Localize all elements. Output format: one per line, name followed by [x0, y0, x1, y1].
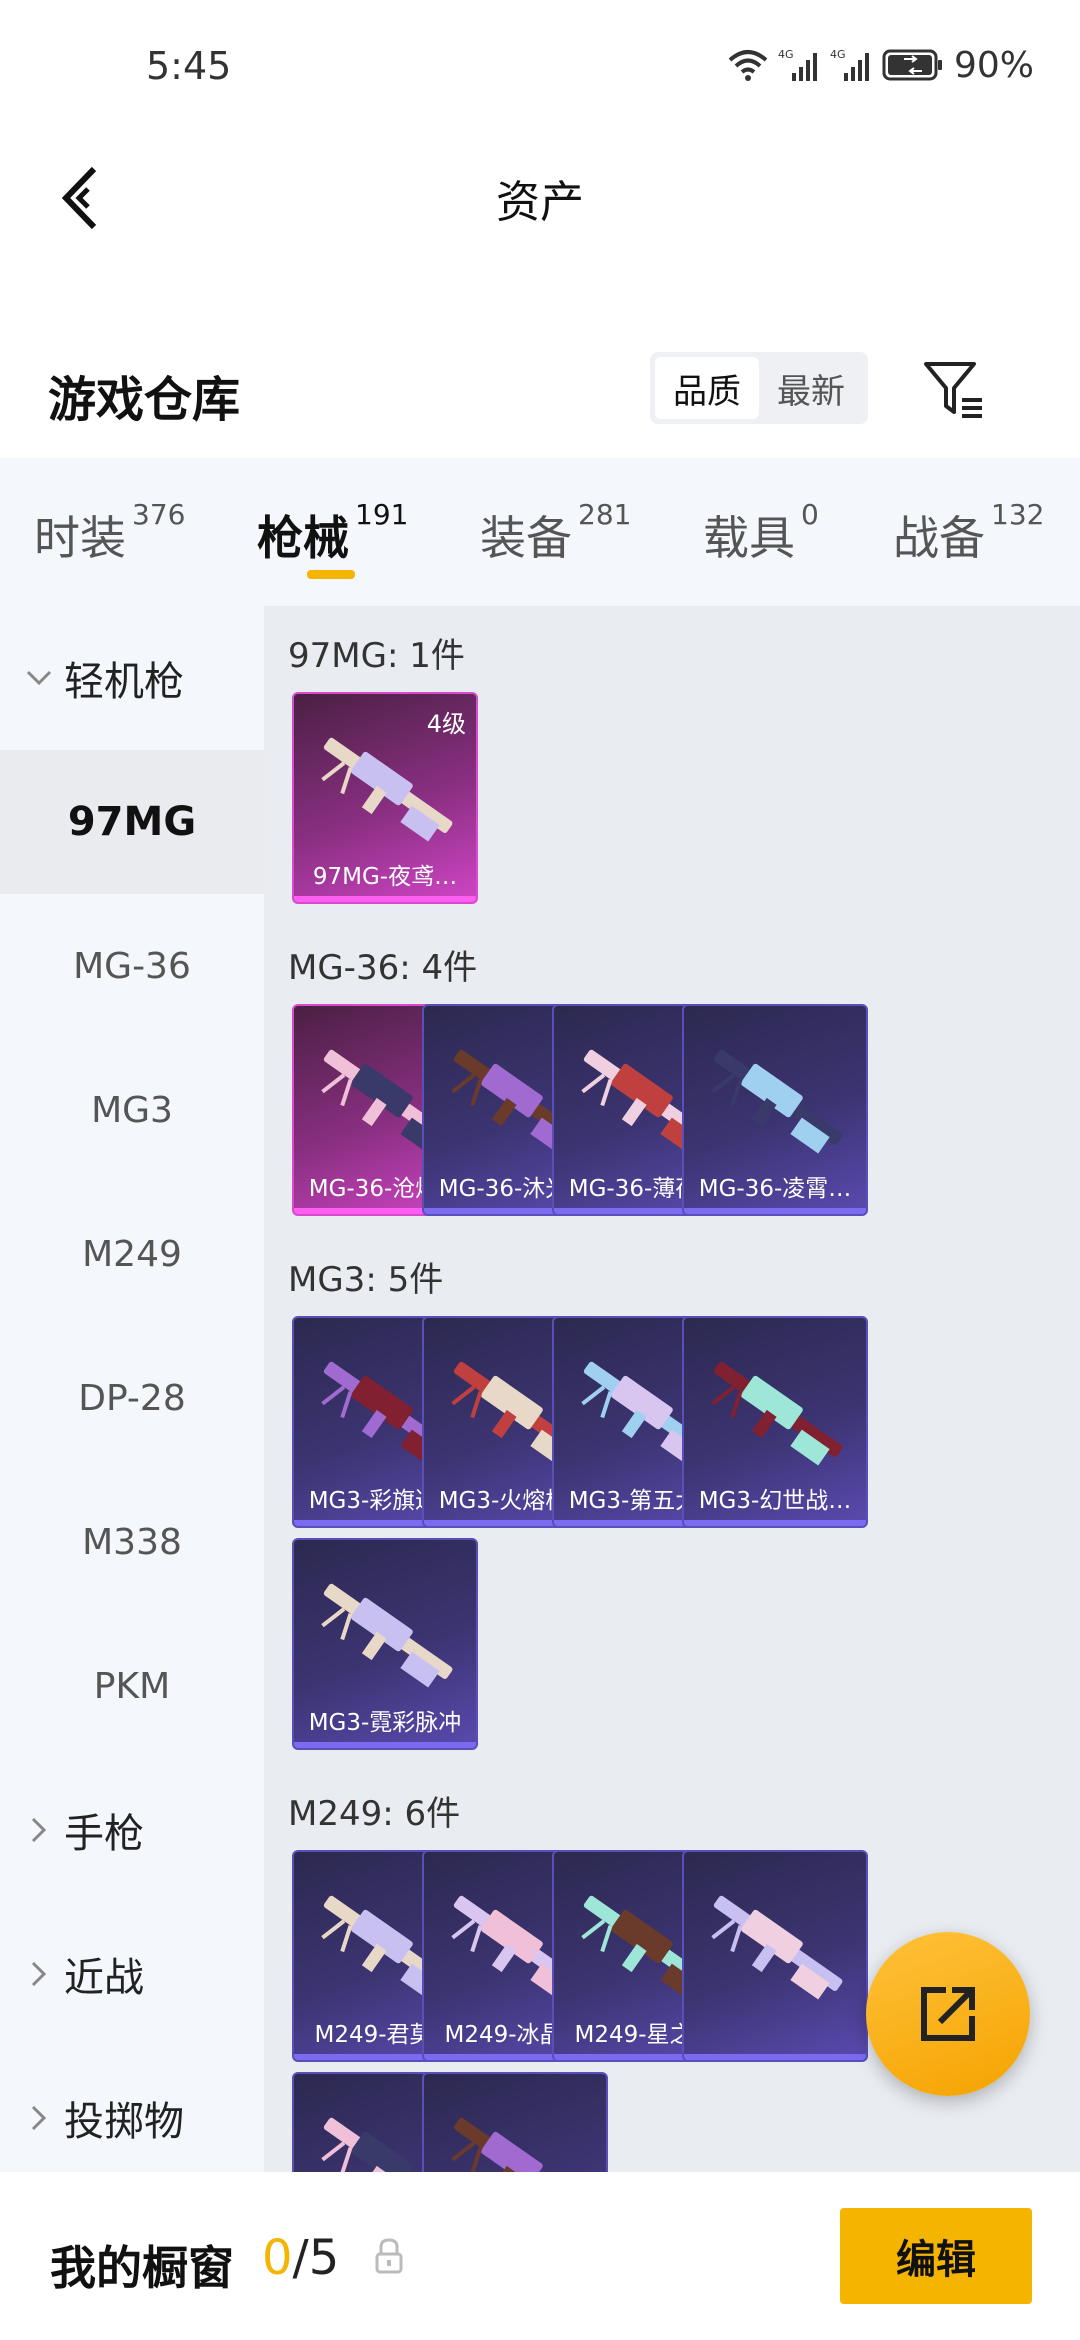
status-icons: 4G 4G 90%: [728, 40, 1034, 90]
sidebar-item-mg36[interactable]: MG-36: [0, 894, 264, 1038]
sidebar-category-lmg[interactable]: 轻机枪: [0, 606, 264, 750]
weapon-image: [438, 2102, 596, 2172]
weapon-card[interactable]: 4级 97MG-夜鸢…: [292, 692, 478, 904]
app-header: 资产: [0, 130, 1080, 260]
sidebar-category-label: 轻机枪: [64, 659, 184, 705]
wifi-icon: [728, 50, 768, 81]
page-title: 资产: [496, 177, 584, 228]
weapon-image: [698, 1346, 856, 1476]
weapon-sidebar: 轻机枪 97MG MG-36 MG3 M249 DP-28 M338 PKM 手…: [0, 606, 264, 2172]
weapon-name: [684, 2012, 866, 2052]
rarity-bar: [294, 1742, 476, 1748]
weapon-name: MG3-霓彩脉冲: [308, 1710, 462, 1736]
weapon-name: 97MG-夜鸢…: [312, 864, 458, 890]
sidebar-item-m338[interactable]: M338: [0, 1470, 264, 1614]
weapon-name: MG3-幻世战…: [698, 1488, 852, 1514]
edit-button[interactable]: 编辑: [840, 2208, 1032, 2304]
group-title: 97MG: 1件: [288, 636, 465, 676]
weapon-image: [698, 1034, 856, 1164]
showcase-total: /5: [292, 2230, 340, 2286]
status-time: 5:45: [146, 44, 232, 88]
group-title: M249: 6件: [288, 1794, 461, 1834]
group-title: MG3: 5件: [288, 1260, 444, 1300]
rarity-bar: [684, 1520, 866, 1526]
group-title: MG-36: 4件: [288, 948, 478, 988]
sidebar-item-dp28[interactable]: DP-28: [0, 1326, 264, 1470]
weapon-card[interactable]: MG3-霓彩脉冲: [292, 1538, 478, 1750]
warehouse-row: 游戏仓库 品质 最新: [0, 330, 1080, 450]
tab-fashion[interactable]: 时装 376: [34, 498, 185, 568]
showcase-used: 0: [262, 2230, 293, 2286]
category-tabs: 时装 376 枪械 191 装备 281 载具 0 战备 132: [0, 458, 1080, 606]
sidebar-category-label: 投掷物: [64, 2099, 184, 2145]
showcase-bar: 我的橱窗 0/5 编辑: [0, 2172, 1080, 2340]
showcase-title: 我的橱窗: [50, 2241, 234, 2295]
weapon-image: [308, 722, 466, 852]
weapon-card[interactable]: MG-36-凌霄…: [682, 1004, 868, 1216]
sidebar-item-mg3[interactable]: MG3: [0, 1038, 264, 1182]
weapon-card[interactable]: [422, 2072, 608, 2172]
sort-newest-button[interactable]: 最新: [759, 357, 863, 419]
rarity-bar: [684, 2054, 866, 2060]
sort-quality-button[interactable]: 品质: [655, 357, 759, 419]
signal-icon: 4G: [778, 48, 817, 81]
tab-tactical[interactable]: 战备 132: [893, 498, 1044, 568]
sidebar-item-pkm[interactable]: PKM: [0, 1614, 264, 1758]
weapon-card[interactable]: [682, 1850, 868, 2062]
weapon-name: MG-36-凌霄…: [698, 1176, 852, 1202]
sidebar-item-97mg[interactable]: 97MG: [0, 750, 264, 894]
status-bar: 5:45 4G 4G 90%: [0, 0, 1080, 130]
tab-firearms[interactable]: 枪械 191: [257, 498, 408, 568]
chevron-right-icon: [22, 1957, 56, 1991]
tab-indicator: [307, 570, 355, 579]
battery-percent: 90%: [953, 44, 1034, 86]
tab-equipment[interactable]: 装备 281: [480, 498, 631, 568]
signal-icon-2: 4G: [830, 48, 869, 81]
sort-toggle: 品质 最新: [650, 352, 868, 424]
battery-icon: [882, 49, 942, 81]
warehouse-title: 游戏仓库: [48, 372, 241, 428]
svg-text:4G: 4G: [830, 48, 846, 61]
weapon-image: [698, 1880, 856, 2010]
tab-vehicles[interactable]: 载具 0: [703, 498, 819, 568]
sidebar-category-label: 手枪: [64, 1811, 144, 1857]
weapon-image: [308, 1568, 466, 1698]
svg-text:4G: 4G: [778, 48, 794, 61]
weapon-card[interactable]: MG3-幻世战…: [682, 1316, 868, 1528]
chevron-right-icon: [22, 2101, 56, 2135]
lock-icon: [375, 2238, 403, 2274]
share-fab-button[interactable]: [866, 1932, 1030, 2096]
chevron-right-icon: [22, 1813, 56, 1847]
filter-icon: [924, 362, 982, 418]
chevron-down-icon: [22, 661, 56, 695]
sidebar-category-melee[interactable]: 近战: [0, 1902, 264, 2046]
sidebar-item-m249[interactable]: M249: [0, 1182, 264, 1326]
rarity-bar: [294, 896, 476, 902]
share-icon: [921, 1987, 975, 2041]
filter-button[interactable]: [920, 354, 990, 424]
showcase-count: 0/5: [262, 2230, 339, 2286]
rarity-bar: [684, 1208, 866, 1214]
sidebar-category-label: 近战: [64, 1955, 144, 2001]
sidebar-category-throwables[interactable]: 投掷物: [0, 2046, 264, 2172]
sidebar-category-pistol[interactable]: 手枪: [0, 1758, 264, 1902]
